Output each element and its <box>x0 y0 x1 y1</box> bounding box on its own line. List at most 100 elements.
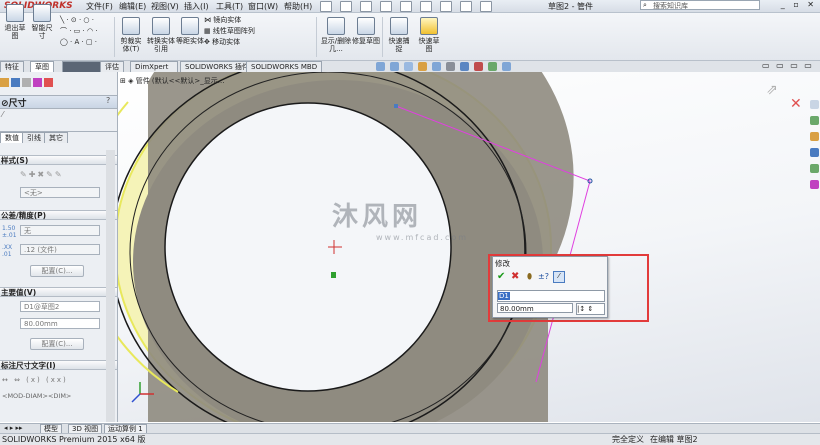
offset-button[interactable]: 等距实体 <box>176 17 204 45</box>
quick-snaps-button[interactable]: 快速捕捉 <box>386 17 412 53</box>
precision-select[interactable]: .12 (文件) <box>20 244 100 255</box>
tab-addins[interactable]: SOLIDWORKS 插件 <box>180 61 254 72</box>
dimension-point[interactable] <box>394 104 398 108</box>
style-section-header[interactable]: 样式(S)︿ <box>0 155 117 165</box>
tab-dimxpert[interactable]: DimXpert <box>130 61 178 72</box>
search-icon[interactable]: ⌕ <box>643 1 647 10</box>
menu-file[interactable]: 文件(F) <box>86 1 113 12</box>
dim-text-value[interactable]: <MOD-DIAM><DIM> <box>2 392 71 400</box>
tolerance-type-select[interactable]: 无 <box>20 225 100 236</box>
view-settings-icon[interactable] <box>502 62 511 71</box>
config-button-2[interactable]: 配置(C)... <box>30 338 84 350</box>
search-input[interactable]: 搜索知识库 <box>640 0 760 10</box>
select-icon[interactable] <box>420 1 432 12</box>
divider <box>382 17 383 57</box>
previous-view-icon[interactable] <box>404 62 413 71</box>
smart-dimension-button[interactable]: 智能尺寸 <box>29 4 55 40</box>
display-manager-icon[interactable] <box>44 78 53 87</box>
menu-help[interactable]: 帮助(H) <box>284 1 312 12</box>
reverse-dim-icon[interactable]: ±? <box>538 272 549 281</box>
save-icon[interactable] <box>360 1 372 12</box>
menu-window[interactable]: 窗口(W) <box>248 1 278 12</box>
file-props-icon[interactable] <box>460 1 472 12</box>
feature-tree-icon[interactable] <box>0 78 9 87</box>
zoom-to-fit-icon[interactable] <box>376 62 385 71</box>
mirror-button[interactable]: ⋈ 镜向实体 <box>204 15 255 26</box>
rebuild-icon[interactable] <box>440 1 452 12</box>
tab-leaders[interactable]: 引线 <box>22 132 46 143</box>
primary-name-field[interactable]: D1@草图2 <box>20 301 100 312</box>
panel-scrollbar[interactable] <box>106 150 115 422</box>
new-icon[interactable] <box>320 1 332 12</box>
tree-header[interactable]: ⊞ ◈ 管件 (默认<<默认>_显示... <box>120 76 224 86</box>
style-icons[interactable]: ✎✚✖✎✎ <box>20 170 64 179</box>
task-pane-resources-icon[interactable] <box>810 116 819 125</box>
window-controls[interactable]: _ ▫ ✕ <box>781 0 817 9</box>
property-manager-icon[interactable] <box>11 78 20 87</box>
hide-show-icon[interactable] <box>460 62 469 71</box>
repair-sketch-button[interactable]: 修复草图 <box>352 17 380 45</box>
dim-spinner[interactable]: |↕ ⇕ <box>576 303 605 315</box>
help-icon[interactable]: ? <box>106 96 110 105</box>
rebuild-modify-icon[interactable]: ⬮ <box>527 272 532 282</box>
tolerance-section-header[interactable]: 公差/精度(P)︿ <box>0 210 117 220</box>
pin-icon[interactable]: ⁄ <box>2 110 3 119</box>
line-tools[interactable]: ╲ · ⊙ · ○ · ⌒ · ▭ · ◠ · ◯ · A · ▢ · <box>60 15 98 48</box>
tab-sketch[interactable]: 草图 <box>30 61 54 72</box>
task-pane-library-icon[interactable] <box>810 132 819 141</box>
undo-icon[interactable] <box>400 1 412 12</box>
task-pane-home-icon[interactable] <box>810 100 819 109</box>
dimxpert-icon[interactable] <box>33 78 42 87</box>
trim-button[interactable]: 剪裁实体(T) <box>118 17 144 53</box>
tab-value[interactable]: 数值 <box>0 132 24 143</box>
viewport-controls[interactable]: ▭ ▭ ▭ ▭ <box>762 61 814 70</box>
rapid-sketch-icon <box>420 17 438 35</box>
tab-evaluate[interactable]: 评估 <box>100 61 124 72</box>
apply-scene-icon[interactable] <box>488 62 497 71</box>
dim-text-header[interactable]: 标注尺寸文字(I)︿ <box>0 360 117 370</box>
dim-name-field[interactable]: D1 <box>497 290 605 302</box>
graphics-area[interactable] <box>118 72 820 422</box>
menu-edit[interactable]: 编辑(E) <box>119 1 146 12</box>
cancel-modify-icon[interactable]: ✖ <box>511 271 519 282</box>
task-pane-palette-icon[interactable] <box>810 164 819 173</box>
view-orientation-icon[interactable] <box>432 62 441 71</box>
mark-dim-icon[interactable]: ⁄ <box>553 271 565 283</box>
config-button[interactable]: 配置(C)... <box>30 265 84 277</box>
display-style-icon[interactable] <box>446 62 455 71</box>
print-icon[interactable] <box>380 1 392 12</box>
display-relations-button[interactable]: 显示/删除几... <box>320 17 352 53</box>
tab-nav-arrows[interactable]: ◂ ▸ ▸▸ <box>4 424 23 432</box>
sketch-status: 完全定义 <box>612 435 644 444</box>
primary-value-field[interactable]: 80.00mm <box>20 318 100 329</box>
tab-features[interactable]: 特征 <box>0 61 24 72</box>
primary-value-header[interactable]: 主要值(V)︿ <box>0 287 117 297</box>
move-button[interactable]: ✥ 移动实体 <box>204 37 255 48</box>
section-view-icon[interactable] <box>418 62 427 71</box>
open-icon[interactable] <box>340 1 352 12</box>
linear-pattern-button[interactable]: ▦ 线性草图阵列 <box>204 26 255 37</box>
menu-insert[interactable]: 插入(I) <box>184 1 209 12</box>
panel-icons <box>0 78 53 89</box>
task-pane-explorer-icon[interactable] <box>810 148 819 157</box>
cancel-icon[interactable]: ✕ <box>790 96 802 112</box>
confirm-sketch-icon[interactable]: ⇗ <box>766 82 778 98</box>
style-select[interactable]: <无> <box>20 187 100 198</box>
dim-value-input[interactable]: 80.00mm <box>497 303 573 313</box>
justify-icons[interactable]: ↔ ⇔ (x) (xx) <box>2 376 68 384</box>
sketch-canvas[interactable] <box>118 72 820 422</box>
options-icon[interactable] <box>480 1 492 12</box>
convert-entities-button[interactable]: 转换实体引用 <box>146 17 176 53</box>
config-icon[interactable] <box>22 78 31 87</box>
tab-other[interactable]: 其它 <box>44 132 68 143</box>
menu-view[interactable]: 视图(V) <box>151 1 179 12</box>
sketch-circle-inner[interactable] <box>164 102 452 392</box>
zoom-area-icon[interactable] <box>390 62 399 71</box>
menu-tools[interactable]: 工具(T) <box>216 1 243 12</box>
tab-mbd[interactable]: SOLIDWORKS MBD <box>246 61 323 72</box>
exit-sketch-button[interactable]: 退出草图 <box>2 4 28 40</box>
task-pane-appearance-icon[interactable] <box>810 180 819 189</box>
rapid-sketch-button[interactable]: 快速草图 <box>416 17 442 53</box>
edit-appearance-icon[interactable] <box>474 62 483 71</box>
ok-icon[interactable]: ✔ <box>497 271 505 282</box>
